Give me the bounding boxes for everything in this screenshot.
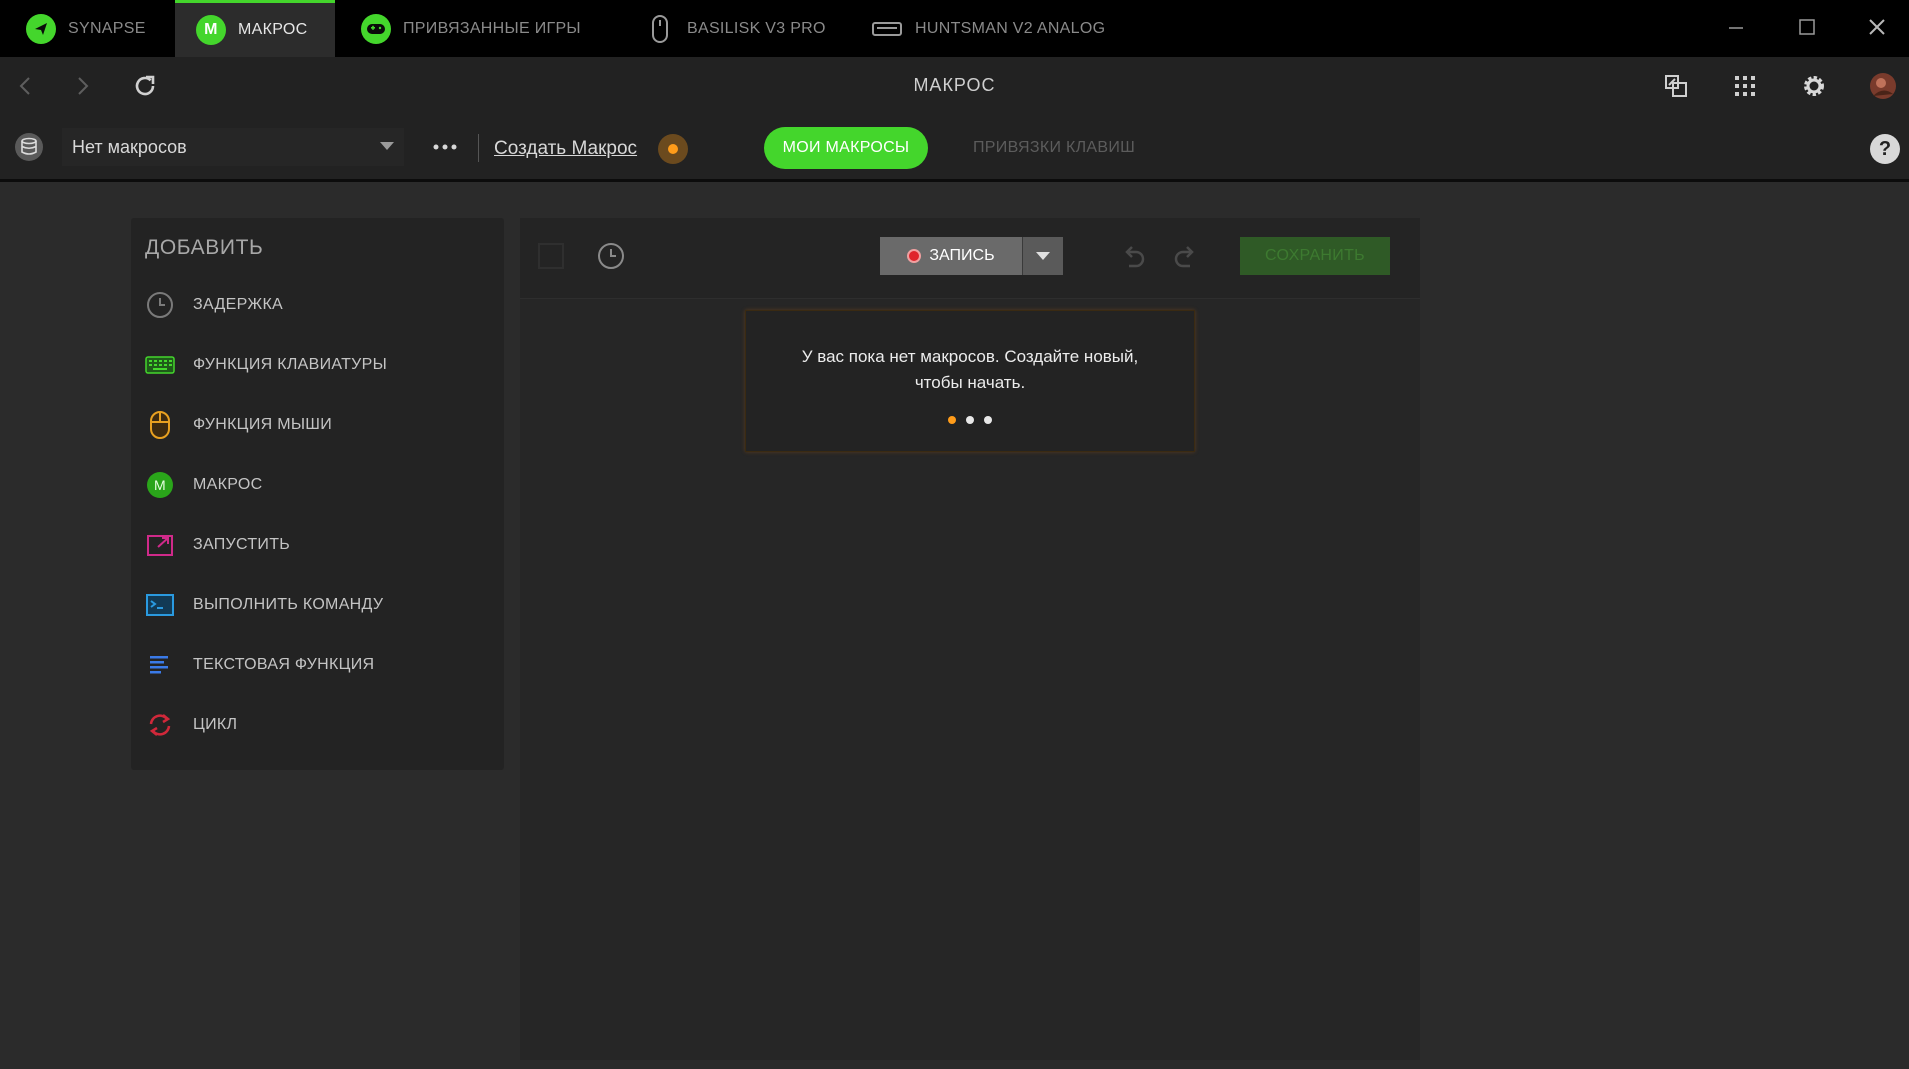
add-item-label: ЦИКЛ [193,716,238,733]
tab-label: SYNAPSE [68,19,146,37]
undo-icon [1125,246,1145,268]
minimize-button[interactable] [1719,10,1753,44]
page-title: МАКРОС [913,75,996,95]
gear-icon [1804,76,1824,96]
chevron-down-icon [1036,252,1050,260]
create-macro-link[interactable]: Создать Макрос [494,138,637,160]
macro-m-icon: M [196,15,226,45]
nav-bar: МАКРОС [0,57,1909,114]
text-lines-icon [145,650,175,680]
add-item-loop[interactable]: ЦИКЛ [145,705,237,745]
minimize-icon [1729,27,1743,29]
tab-macro[interactable]: M МАКРОС [175,0,335,57]
macro-toolbar: Нет макросов Создать Макрос МОИ МАКРОСЫ … [0,114,1909,182]
launch-icon [145,530,175,560]
title-bar: SYNAPSE M МАКРОС ПРИВЯЗАННЫЕ ИГРЫ BASILI… [0,0,1909,57]
macro-select-value: Нет макросов [72,136,187,157]
add-item-text-function[interactable]: ТЕКСТОВАЯ ФУНКЦИЯ [145,645,374,685]
divider [478,134,479,162]
terminal-icon [145,590,175,620]
keyboard-icon [871,14,903,44]
redo-icon [1174,246,1194,268]
add-panel-title: ДОБАВИТЬ [145,236,264,259]
record-icon [907,249,922,263]
settings-button[interactable] [1797,69,1831,103]
tab-synapse[interactable]: SYNAPSE [26,0,146,57]
save-button[interactable]: СОХРАНИТЬ [1240,237,1390,275]
pager-dots [746,416,1194,424]
maximize-button[interactable] [1790,10,1824,44]
mouse-icon [645,14,675,44]
add-item-label: ТЕКСТОВАЯ ФУНКЦИЯ [193,656,375,673]
select-all-checkbox[interactable] [538,243,564,269]
notification-dot-icon [658,134,688,164]
add-item-keyboard-function[interactable]: ФУНКЦИЯ КЛАВИАТУРЫ [145,345,387,385]
loop-icon [145,710,175,740]
grid-icon [1735,76,1755,96]
tab-label: BASILISK V3 PRO [687,19,826,37]
svg-text:M: M [154,477,166,493]
add-item-label: ФУНКЦИЯ МЫШИ [193,416,333,433]
window-mode-button[interactable] [1659,69,1693,103]
help-button[interactable]: ? [1870,134,1900,164]
add-item-label: ЗАПУСТИТЬ [193,536,291,553]
empty-state-card: У вас пока нет макросов. Создайте новый,… [745,310,1195,452]
tab-linked-games[interactable]: ПРИВЯЗАННЫЕ ИГРЫ [361,0,581,57]
keyboard-icon [145,350,175,380]
pager-dot[interactable] [984,416,992,424]
tab-label: МАКРОС [238,21,308,38]
add-item-run-command[interactable]: ВЫПОЛНИТЬ КОМАНДУ [145,585,383,625]
record-options-dropdown[interactable] [1022,237,1063,275]
macro-editor: ЗАПИСЬ СОХРАНИТЬ У вас пока нет макросов… [520,218,1420,1060]
more-options-button[interactable] [428,130,462,164]
add-item-mouse-function[interactable]: ФУНКЦИЯ МЫШИ [145,405,332,445]
tab-key-bindings[interactable]: ПРИВЯЗКИ КЛАВИШ [973,139,1135,157]
tab-huntsman[interactable]: HUNTSMAN V2 ANALOG [871,0,1105,57]
ellipsis-icon [433,144,457,150]
close-icon [1869,19,1885,35]
add-item-label: ЗАДЕРЖКА [193,296,284,313]
chevron-down-icon [380,142,394,150]
macro-db-icon [14,132,44,162]
add-panel: ДОБАВИТЬ ЗАДЕРЖКА ФУНКЦИЯ КЛАВИАТУРЫ ФУН… [131,218,504,770]
add-item-delay[interactable]: ЗАДЕРЖКА [145,285,283,325]
add-item-label: МАКРОС [193,476,263,493]
tab-label: ПРИВЯЗАННЫЕ ИГРЫ [403,19,581,37]
delay-settings-button[interactable] [596,241,626,271]
avatar-icon [1870,73,1896,99]
macro-select-dropdown[interactable]: Нет макросов [62,128,404,166]
record-label: ЗАПИСЬ [929,247,995,264]
add-item-macro[interactable]: M МАКРОС [145,465,262,505]
clock-icon [598,243,624,269]
tab-basilisk[interactable]: BASILISK V3 PRO [645,0,826,57]
apps-grid-button[interactable] [1728,69,1762,103]
add-item-label: ФУНКЦИЯ КЛАВИАТУРЫ [193,356,388,373]
razer-synapse-icon [26,13,56,44]
close-button[interactable] [1860,10,1894,44]
tab-label: HUNTSMAN V2 ANALOG [915,19,1106,37]
maximize-icon [1799,19,1815,35]
empty-state-message: У вас пока нет макросов. Создайте новый,… [801,347,1139,392]
add-item-launch[interactable]: ЗАПУСТИТЬ [145,525,290,565]
macro-m-icon: M [145,470,175,500]
record-button[interactable]: ЗАПИСЬ [880,237,1022,275]
clock-icon [145,290,175,320]
gamepad-icon [361,13,391,44]
undo-button[interactable] [1118,242,1148,272]
pager-dot-active[interactable] [948,416,956,424]
mouse-icon [145,410,175,440]
pager-dot[interactable] [966,416,974,424]
editor-toolbar: ЗАПИСЬ СОХРАНИТЬ [520,218,1420,299]
window-resize-icon [1665,75,1687,97]
redo-button[interactable] [1171,242,1201,272]
user-avatar[interactable] [1866,69,1900,103]
tab-my-macros[interactable]: МОИ МАКРОСЫ [764,127,928,169]
add-item-label: ВЫПОЛНИТЬ КОМАНДУ [193,596,384,613]
